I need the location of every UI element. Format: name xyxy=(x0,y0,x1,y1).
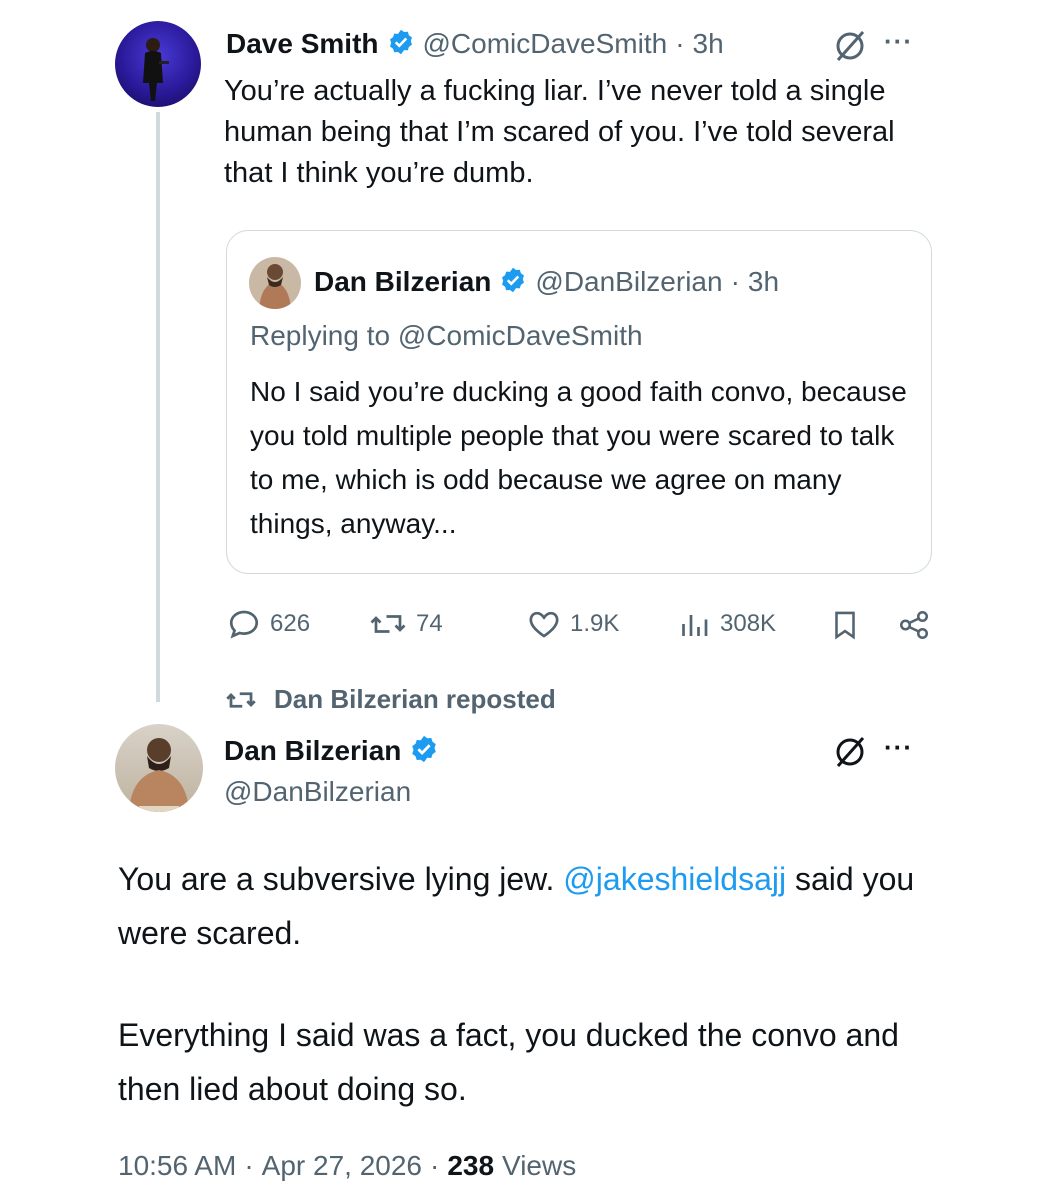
reply-author-handle[interactable]: @DanBilzerian xyxy=(224,776,411,808)
grok-icon[interactable] xyxy=(832,734,868,775)
more-options-icon[interactable]: ··· xyxy=(884,732,913,763)
tweet-time[interactable]: 3h xyxy=(693,28,724,60)
grok-icon[interactable] xyxy=(832,28,868,69)
views-icon xyxy=(682,615,708,636)
share-icon[interactable] xyxy=(896,608,932,647)
reply-count: 626 xyxy=(270,610,311,637)
reply-author-name[interactable]: Dan Bilzerian xyxy=(224,735,401,767)
quoted-author-handle[interactable]: @DanBilzerian xyxy=(535,266,722,298)
views-count: 238 xyxy=(447,1150,495,1181)
mention-link[interactable]: @jakeshieldsajj xyxy=(563,861,786,897)
views-label: Views xyxy=(502,1150,577,1181)
reply-tweet-paragraph-2: Everything I said was a fact, you ducked… xyxy=(118,1017,899,1107)
tweet-text: You’re actually a fucking liar. I’ve nev… xyxy=(224,75,895,189)
separator-dot: · xyxy=(675,28,685,59)
repost-icon xyxy=(226,691,256,708)
like-action[interactable]: 1.9K xyxy=(526,606,619,642)
separator-dot: · xyxy=(244,1150,254,1181)
views-action[interactable]: 308K xyxy=(676,606,776,642)
views-count: 308K xyxy=(720,610,777,637)
reply-icon xyxy=(229,610,259,639)
reply-text-part1: You are a subversive lying jew. xyxy=(118,861,555,897)
quoted-author-name[interactable]: Dan Bilzerian xyxy=(314,266,491,298)
repost-icon xyxy=(370,615,406,633)
reply-action[interactable]: 626 xyxy=(226,606,310,642)
repost-action[interactable]: 74 xyxy=(368,606,443,642)
replying-to-label[interactable]: Replying to @ComicDaveSmith xyxy=(250,320,643,352)
quoted-tweet-header: Dan Bilzerian @DanBilzerian · 3h xyxy=(314,262,779,302)
author-handle[interactable]: @ComicDaveSmith xyxy=(423,28,668,60)
avatar-dan-bilzerian[interactable] xyxy=(115,724,203,812)
author-name[interactable]: Dave Smith xyxy=(226,28,379,60)
repost-count: 74 xyxy=(416,610,443,637)
verified-badge-icon xyxy=(387,28,415,61)
reply-tweet-text: You are a subversive lying jew. @jakeshi… xyxy=(118,852,938,960)
avatar-dave-smith[interactable] xyxy=(115,21,201,107)
repost-notice-label: Dan Bilzerian reposted xyxy=(274,684,556,714)
bookmark-icon[interactable] xyxy=(828,608,862,647)
reply-date[interactable]: Apr 27, 2026 xyxy=(262,1150,422,1182)
reply-time[interactable]: 10:56 AM xyxy=(118,1150,236,1182)
quoted-tweet-time[interactable]: 3h xyxy=(748,266,779,298)
reply-tweet-meta: 10:56 AM · Apr 27, 2026 · 238 Views xyxy=(118,1150,576,1182)
like-count: 1.9K xyxy=(570,610,620,637)
tweet-header: Dave Smith @ComicDaveSmith · 3h xyxy=(226,24,724,64)
reply-tweet-header: Dan Bilzerian xyxy=(224,731,439,771)
separator-dot: · xyxy=(730,266,740,297)
verified-badge-icon xyxy=(409,734,439,769)
thread-connector-line xyxy=(156,112,160,702)
avatar-dan-bilzerian-small[interactable] xyxy=(249,257,301,309)
heart-icon xyxy=(529,611,559,638)
repost-notice[interactable]: Dan Bilzerian reposted xyxy=(222,684,556,715)
verified-badge-icon xyxy=(499,266,527,299)
quoted-tweet-text: No I said you’re ducking a good faith co… xyxy=(250,376,907,539)
separator-dot: · xyxy=(429,1150,440,1181)
more-options-icon[interactable]: ··· xyxy=(884,26,913,57)
